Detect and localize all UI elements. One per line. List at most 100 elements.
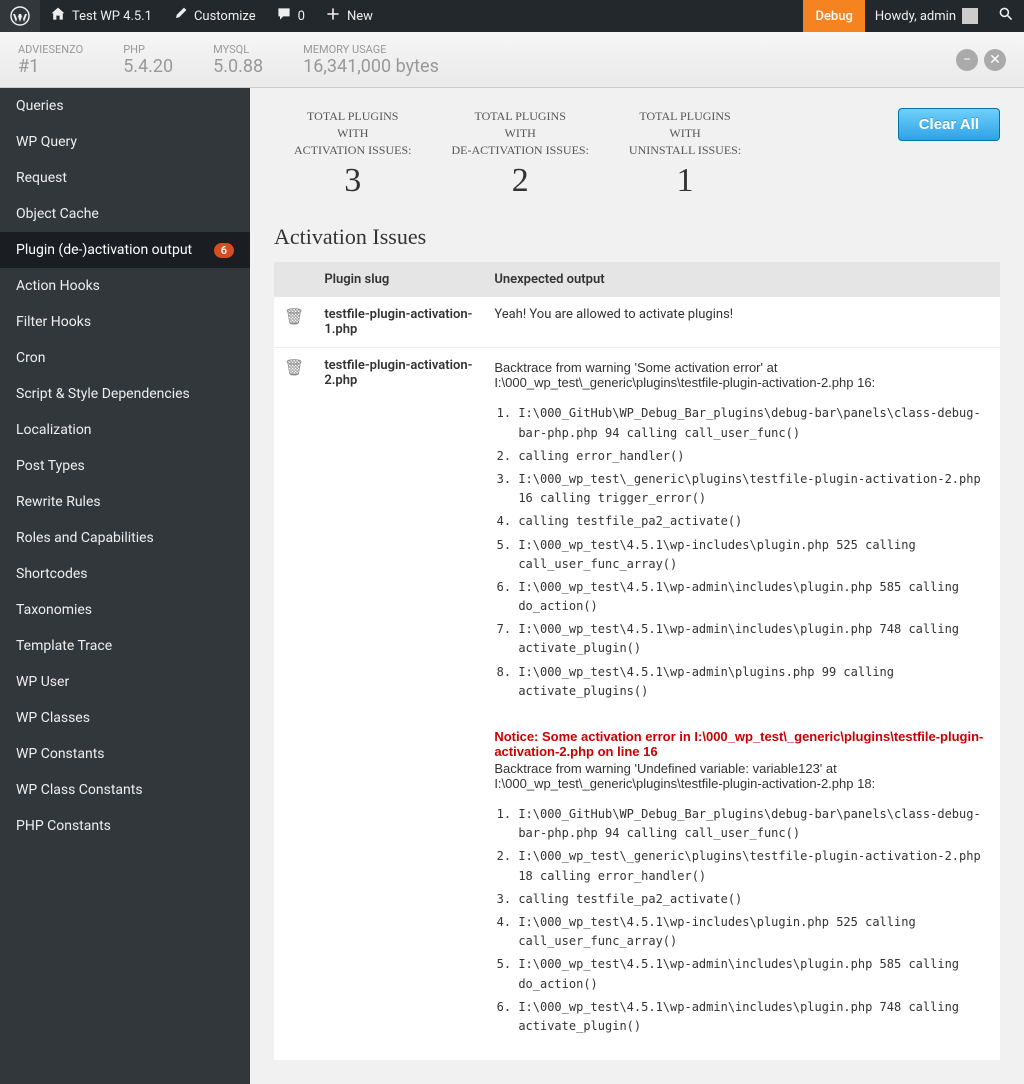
stat-label: TOTAL PLUGINSWITHDE-ACTIVATION ISSUES:	[451, 108, 588, 158]
search-toggle[interactable]	[988, 0, 1024, 32]
stat-value: 1	[629, 162, 741, 200]
col-slug: Plugin slug	[314, 262, 484, 297]
minimize-button[interactable]: −	[956, 49, 978, 71]
admin-bar: Test WP 4.5.1 Customize 0 New Debug Howd…	[0, 0, 1024, 32]
wp-logo[interactable]	[0, 0, 40, 32]
backtrace-item: I:\000_wp_test\4.5.1\wp-admin\includes\p…	[518, 620, 990, 658]
sidebar-item-label: Template Trace	[16, 638, 112, 654]
howdy-link[interactable]: Howdy, admin	[865, 0, 988, 32]
sidebar-item[interactable]: Rewrite Rules	[0, 484, 250, 520]
sidebar-item-label: WP Classes	[16, 710, 90, 726]
stats-row: TOTAL PLUGINSWITHACTIVATION ISSUES:3TOTA…	[274, 108, 1000, 200]
stat-box: TOTAL PLUGINSWITHUNINSTALL ISSUES: 1	[609, 108, 761, 200]
sidebar-item-label: PHP Constants	[16, 818, 111, 834]
metric-value: 16,341,000 bytes	[303, 56, 439, 77]
sidebar-item[interactable]: Cron	[0, 340, 250, 376]
backtrace-item: I:\000_wp_test\4.5.1\wp-admin\includes\p…	[518, 955, 990, 993]
backtrace-item: I:\000_wp_test\4.5.1\wp-includes\plugin.…	[518, 536, 990, 574]
sidebar-item[interactable]: WP Classes	[0, 700, 250, 736]
sidebar-item-label: WP Constants	[16, 746, 105, 762]
metric-label: MySQL	[213, 43, 263, 56]
sidebar-item-label: WP Query	[16, 134, 77, 150]
backtrace-item: calling testfile_pa2_activate()	[518, 512, 990, 531]
sidebar-item[interactable]: Plugin (de-)activation output 6	[0, 232, 250, 268]
metric-value: #1	[18, 56, 83, 77]
sidebar-item[interactable]: Request	[0, 160, 250, 196]
backtrace-item: I:\000_wp_test\4.5.1\wp-admin\includes\p…	[518, 578, 990, 616]
new-label: New	[347, 9, 373, 24]
sidebar-item-label: WP User	[16, 674, 69, 690]
sidebar-item-label: Script & Style Dependencies	[16, 386, 190, 402]
notice-line: Notice: Some activation error in I:\000_…	[494, 729, 990, 759]
debug-metric: ADVIESENZO#1	[18, 43, 83, 77]
comments-link[interactable]: 0	[266, 0, 315, 32]
debug-button[interactable]: Debug	[803, 0, 864, 32]
clear-all-button[interactable]: Clear All	[898, 108, 1000, 141]
issues-table: Plugin slug Unexpected output 🗑 testfile…	[274, 262, 1000, 1060]
section-title: Activation Issues	[274, 224, 1000, 250]
plus-icon	[325, 6, 341, 26]
sidebar-item[interactable]: WP Class Constants	[0, 772, 250, 808]
close-button[interactable]: ✕	[984, 49, 1006, 71]
sidebar-item[interactable]: Shortcodes	[0, 556, 250, 592]
table-row: 🗑 testfile-plugin-activation-2.php Backt…	[274, 348, 1000, 1060]
backtrace-item: calling testfile_pa2_activate()	[518, 890, 990, 909]
new-link[interactable]: New	[315, 0, 383, 32]
stat-label: TOTAL PLUGINSWITHUNINSTALL ISSUES:	[629, 108, 741, 158]
sidebar-item[interactable]: Queries	[0, 88, 250, 124]
brush-icon	[172, 6, 188, 26]
customize-link[interactable]: Customize	[162, 0, 266, 32]
backtrace-item: calling error_handler()	[518, 447, 990, 466]
metric-label: Memory Usage	[303, 43, 439, 56]
sidebar-item[interactable]: WP Constants	[0, 736, 250, 772]
sidebar-item[interactable]: Object Cache	[0, 196, 250, 232]
backtrace-list: I:\000_GitHub\WP_Debug_Bar_plugins\debug…	[494, 805, 990, 1036]
stat-label: TOTAL PLUGINSWITHACTIVATION ISSUES:	[294, 108, 411, 158]
sidebar-item[interactable]: Template Trace	[0, 628, 250, 664]
sidebar-item[interactable]: PHP Constants	[0, 808, 250, 844]
sidebar-item[interactable]: Roles and Capabilities	[0, 520, 250, 556]
trash-icon[interactable]: 🗑	[284, 358, 304, 377]
sidebar-item-label: Rewrite Rules	[16, 494, 101, 510]
sidebar-item[interactable]: WP User	[0, 664, 250, 700]
sidebar-item[interactable]: Taxonomies	[0, 592, 250, 628]
site-link[interactable]: Test WP 4.5.1	[40, 0, 162, 32]
slug-cell: testfile-plugin-activation-1.php	[314, 297, 484, 348]
col-output: Unexpected output	[484, 262, 1000, 297]
avatar	[962, 8, 978, 24]
sidebar-item-label: Action Hooks	[16, 278, 100, 294]
sidebar-item[interactable]: Action Hooks	[0, 268, 250, 304]
output-cell: Yeah! You are allowed to activate plugin…	[484, 297, 1000, 348]
stat-value: 3	[294, 162, 411, 200]
sidebar-item-label: Post Types	[16, 458, 85, 474]
backtrace-intro: Backtrace from warning 'Some activation …	[494, 360, 990, 390]
sidebar-item-label: Shortcodes	[16, 566, 88, 582]
sidebar-item-label: Queries	[16, 98, 64, 114]
sidebar-item[interactable]: Post Types	[0, 448, 250, 484]
trash-icon[interactable]: 🗑	[284, 307, 304, 326]
sidebar-item[interactable]: WP Query	[0, 124, 250, 160]
sidebar-item-label: Plugin (de-)activation output	[16, 242, 192, 258]
site-title: Test WP 4.5.1	[72, 9, 152, 24]
debug-content: TOTAL PLUGINSWITHACTIVATION ISSUES:3TOTA…	[250, 88, 1024, 1084]
metric-value: 5.4.20	[123, 56, 173, 77]
backtrace-item: I:\000_wp_test\4.5.1\wp-admin\includes\p…	[518, 998, 990, 1036]
debug-info-bar: ADVIESENZO#1 PHP5.4.20 MySQL5.0.88 Memory U…	[0, 32, 1024, 88]
sidebar-item-label: Request	[16, 170, 67, 186]
backtrace-item: I:\000_wp_test\4.5.1\wp-includes\plugin.…	[518, 913, 990, 951]
table-row: 🗑 testfile-plugin-activation-1.php Yeah!…	[274, 297, 1000, 348]
home-icon	[50, 6, 66, 26]
sidebar-item[interactable]: Script & Style Dependencies	[0, 376, 250, 412]
slug-cell: testfile-plugin-activation-2.php	[314, 348, 484, 1060]
stat-box: TOTAL PLUGINSWITHACTIVATION ISSUES: 3	[274, 108, 431, 200]
debug-sidebar: Queries WP Query Request Object Cache Plugin…	[0, 88, 250, 1084]
sidebar-item[interactable]: Filter Hooks	[0, 304, 250, 340]
sidebar-item[interactable]: Localization	[0, 412, 250, 448]
sidebar-item-label: Object Cache	[16, 206, 99, 222]
sidebar-item-label: Filter Hooks	[16, 314, 91, 330]
sidebar-item-label: Roles and Capabilities	[16, 530, 154, 546]
sidebar-badge: 6	[214, 243, 234, 258]
metric-value: 5.0.88	[213, 56, 263, 77]
metric-label: ADVIESENZO	[18, 43, 83, 56]
debug-metric: PHP5.4.20	[123, 43, 173, 77]
